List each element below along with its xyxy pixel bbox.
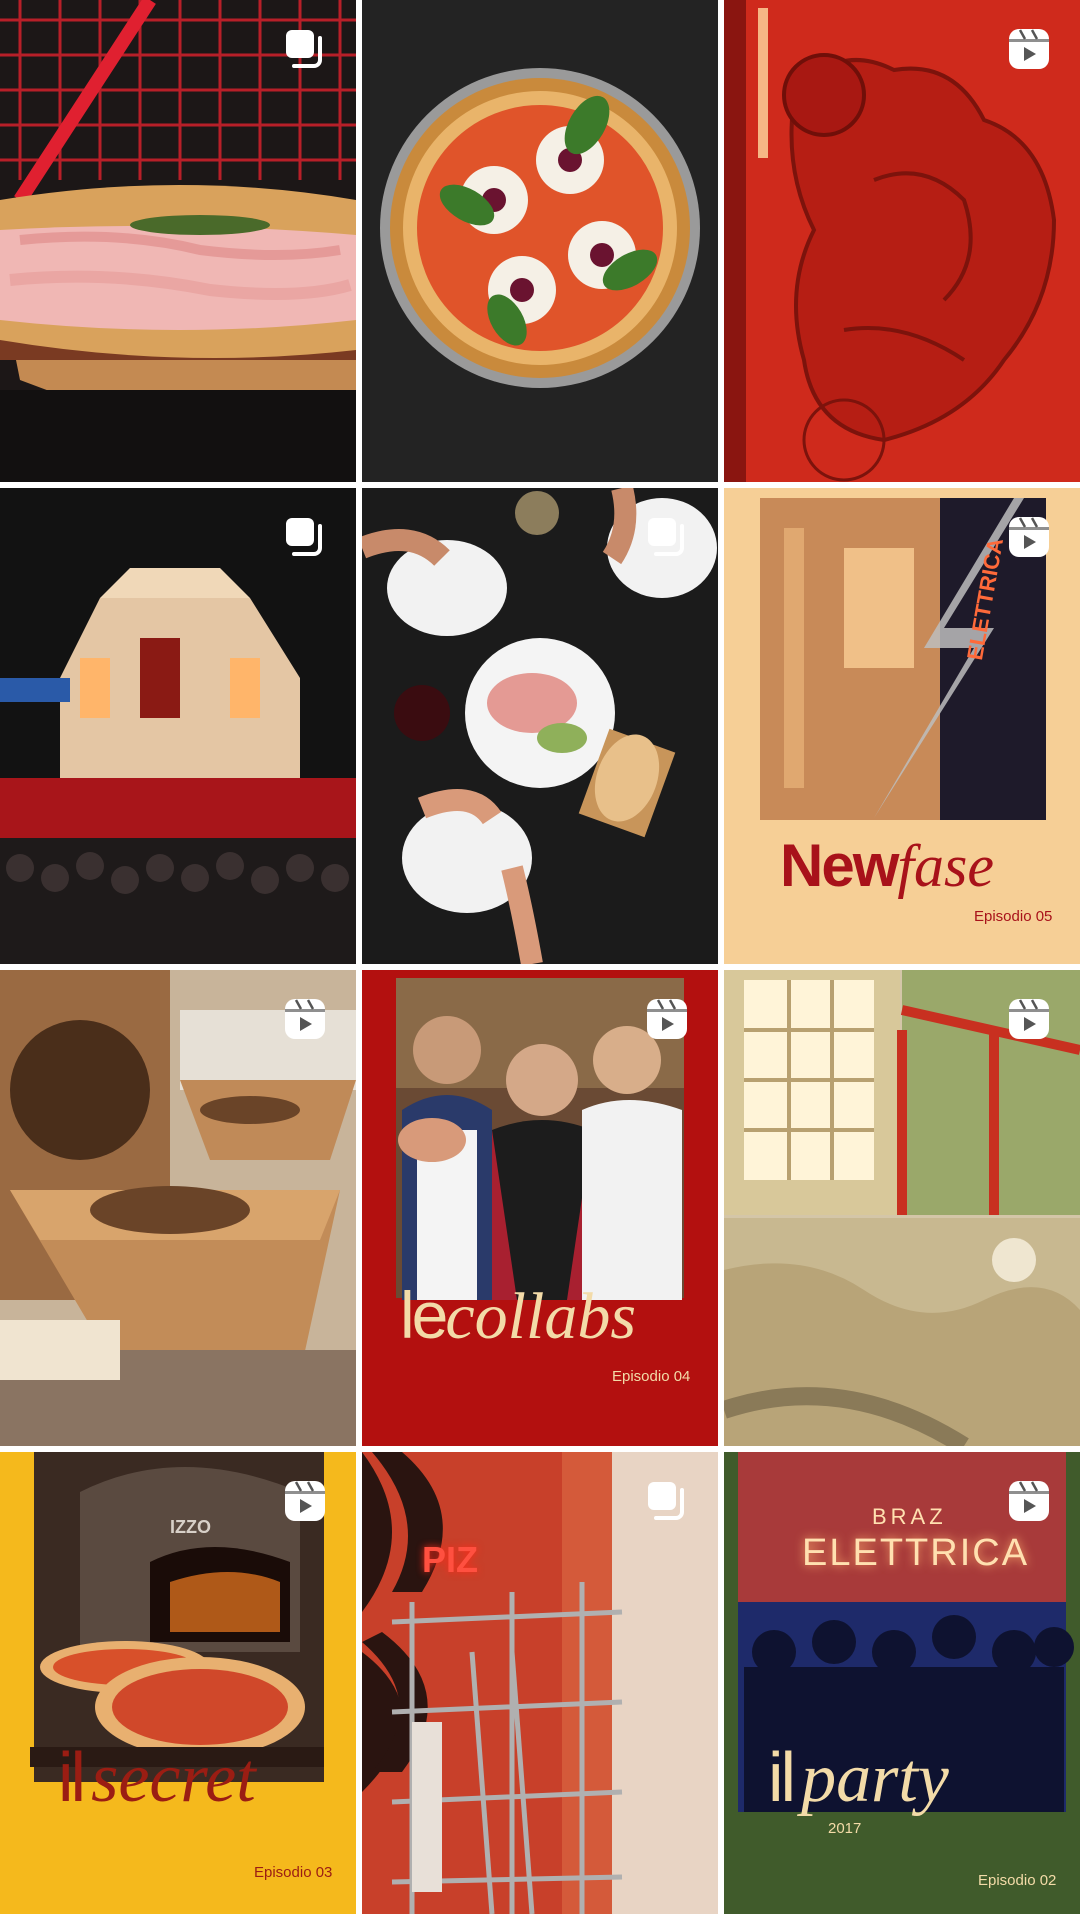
carousel-icon bbox=[286, 518, 322, 556]
sign-main-text: ELETTRICA bbox=[802, 1532, 1030, 1574]
post-title: il party bbox=[768, 1742, 949, 1814]
reel-badge bbox=[282, 996, 328, 1042]
post-title-part-a: il bbox=[768, 1738, 796, 1816]
post-title: lecollabs bbox=[400, 1282, 636, 1350]
post-tile-windows-collage[interactable] bbox=[724, 970, 1080, 1446]
carousel-badge bbox=[644, 1478, 690, 1524]
carousel-icon bbox=[648, 518, 684, 556]
post-tile-il-secret[interactable]: IZZO il secret Episodio 03 bbox=[0, 1452, 356, 1914]
carousel-icon bbox=[648, 1482, 684, 1520]
post-tile-red-mural[interactable] bbox=[724, 0, 1080, 482]
post-title-part-b: collabs bbox=[445, 1280, 637, 1353]
carousel-icon bbox=[286, 30, 322, 68]
episode-label: Episodio 04 bbox=[612, 1368, 691, 1385]
post-title-part-a: New bbox=[780, 832, 899, 899]
carousel-badge bbox=[282, 514, 328, 560]
episode-label: Episodio 02 bbox=[978, 1872, 1057, 1889]
post-image-pizza bbox=[362, 0, 718, 482]
post-title-part-b: party bbox=[801, 1740, 949, 1817]
post-tile-le-collabs[interactable]: lecollabs Episodio 04 bbox=[362, 970, 718, 1446]
reel-icon bbox=[285, 999, 325, 1039]
post-tile-scaffold-neon[interactable]: PIZ bbox=[362, 1452, 718, 1914]
year-label: 2017 bbox=[828, 1820, 862, 1837]
reel-icon bbox=[1009, 999, 1049, 1039]
episode-label: Episodio 05 bbox=[974, 908, 1053, 925]
reel-icon bbox=[647, 999, 687, 1039]
post-title-part-a: il bbox=[58, 1738, 86, 1816]
reel-badge bbox=[644, 996, 690, 1042]
post-image-red-mural bbox=[724, 0, 1080, 482]
reel-icon bbox=[1009, 29, 1049, 69]
reel-icon bbox=[1009, 517, 1049, 557]
profile-post-grid: ELETTRICA Newfase Episodio 05 lecollabs … bbox=[0, 0, 1080, 1914]
reel-badge bbox=[1006, 514, 1052, 560]
post-title-part-b: secret bbox=[91, 1740, 256, 1817]
post-title: il secret bbox=[58, 1742, 256, 1814]
post-tile-building-night[interactable] bbox=[0, 488, 356, 964]
post-tile-new-fase[interactable]: ELETTRICA Newfase Episodio 05 bbox=[724, 488, 1080, 964]
post-tile-il-party[interactable]: BRAZ ELETTRICA il party 2017 Episodio 02 bbox=[724, 1452, 1080, 1914]
episode-label: Episodio 03 bbox=[254, 1864, 333, 1881]
carousel-badge bbox=[644, 514, 690, 560]
post-title-part-b: fase bbox=[897, 833, 995, 899]
carousel-badge bbox=[282, 26, 328, 72]
reel-badge bbox=[282, 1478, 328, 1524]
post-tile-pizza[interactable] bbox=[362, 0, 718, 482]
reel-badge bbox=[1006, 26, 1052, 72]
post-title: Newfase bbox=[780, 833, 995, 899]
post-tile-wood-workshop[interactable] bbox=[0, 970, 356, 1446]
reel-icon bbox=[1009, 1481, 1049, 1521]
post-title-part-a: le bbox=[400, 1278, 448, 1352]
post-tile-sandwich[interactable] bbox=[0, 0, 356, 482]
sign-top-text: BRAZ bbox=[872, 1504, 947, 1529]
neon-sign-text: PIZ bbox=[422, 1539, 479, 1580]
post-image-sandwich bbox=[0, 0, 356, 482]
oven-brand-text: IZZO bbox=[170, 1517, 211, 1537]
post-tile-table-overhead[interactable] bbox=[362, 488, 718, 964]
reel-badge bbox=[1006, 1478, 1052, 1524]
reel-badge bbox=[1006, 996, 1052, 1042]
reel-icon bbox=[285, 1481, 325, 1521]
